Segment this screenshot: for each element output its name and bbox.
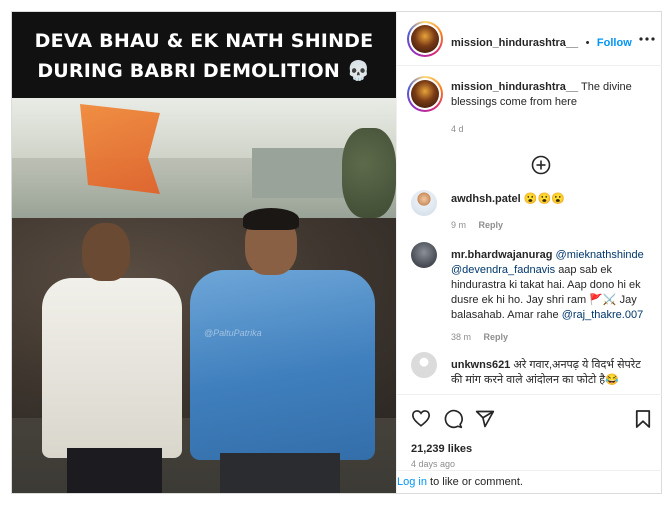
follow-button[interactable]: Follow — [597, 37, 632, 49]
mention-link[interactable]: @mieknathshinde — [556, 249, 644, 261]
login-link[interactable]: Log in — [397, 476, 427, 488]
header-dot: • — [585, 37, 590, 49]
header-user-row: mission_hindurashtra__ • Follow — [451, 33, 632, 51]
person-blue-shirt — [190, 208, 375, 493]
photo-watermark: @PaltuPatrika — [204, 328, 262, 338]
post-date: 4 days ago — [411, 459, 456, 469]
post-media[interactable]: DEVA BHAU & EK NATH SHINDE DURING BABRI … — [12, 12, 396, 493]
person-left — [42, 218, 182, 493]
reply-button[interactable]: Reply — [479, 220, 504, 230]
saffron-flag — [80, 104, 160, 194]
comment-meta: 38 m Reply — [451, 332, 508, 342]
comment-username[interactable]: mr.bhardwajanurag — [451, 249, 552, 261]
comment-text-block: awdhsh.patel 😮😮😮 — [451, 192, 651, 207]
comment-username[interactable]: unkwns621 — [451, 359, 510, 371]
mention-link[interactable]: @devendra_fadnavis — [451, 264, 555, 276]
login-prompt: Log in to like or comment. — [397, 476, 523, 488]
plus-circle-icon[interactable] — [531, 155, 551, 175]
login-text: to like or comment. — [426, 476, 523, 488]
send-icon[interactable] — [475, 409, 495, 429]
comment-time: 38 m — [451, 332, 472, 342]
post-side-panel: mission_hindurashtra__ • Follow mission_… — [396, 12, 662, 493]
mention-link[interactable]: @raj_thakre.007 — [562, 309, 644, 321]
more-horizontal-icon[interactable] — [639, 32, 655, 46]
author-avatar — [411, 25, 439, 53]
reply-button[interactable]: Reply — [484, 332, 509, 342]
caption-avatar-ring[interactable] — [407, 76, 443, 112]
caption-username[interactable]: mission_hindurashtra__ — [451, 81, 578, 93]
caption-text-block: mission_hindurashtra__ The divine blessi… — [451, 80, 651, 110]
post-header: mission_hindurashtra__ • Follow — [397, 12, 662, 66]
likes-count[interactable]: 21,239 likes — [411, 443, 472, 455]
comment-text-block: unkwns621 अरे गवार,अनपढ़ ये विदर्भ सेपरे… — [451, 358, 655, 388]
heart-icon[interactable] — [411, 409, 431, 427]
comment-icon[interactable] — [443, 409, 463, 429]
media-caption-line-1: DEVA BHAU & EK NATH SHINDE — [34, 30, 374, 52]
bookmark-icon[interactable] — [635, 409, 651, 429]
media-caption-line-2: DURING BABRI DEMOLITION 💀 — [37, 60, 371, 82]
caption-time: 4 d — [451, 124, 464, 134]
comment-text: 😮😮😮 — [523, 193, 565, 205]
instagram-post-embed: DEVA BHAU & EK NATH SHINDE DURING BABRI … — [11, 11, 662, 494]
commenter-avatar[interactable] — [411, 190, 437, 216]
post-photo: @PaltuPatrika — [12, 98, 396, 493]
media-caption-banner: DEVA BHAU & EK NATH SHINDE DURING BABRI … — [12, 12, 396, 98]
header-username[interactable]: mission_hindurashtra__ — [451, 37, 578, 49]
comment-meta: 9 m Reply — [451, 220, 503, 230]
commenter-avatar[interactable] — [411, 242, 437, 268]
comment-text-block: mr.bhardwajanurag @mieknathshinde @deven… — [451, 248, 653, 323]
photo-tree — [342, 128, 396, 218]
login-bar: Log in to like or comment. — [397, 470, 662, 493]
commenter-avatar[interactable] — [411, 352, 437, 378]
author-avatar-ring[interactable] — [407, 21, 443, 57]
comment-username[interactable]: awdhsh.patel — [451, 193, 521, 205]
comment-time: 9 m — [451, 220, 467, 230]
caption-avatar — [411, 80, 439, 108]
